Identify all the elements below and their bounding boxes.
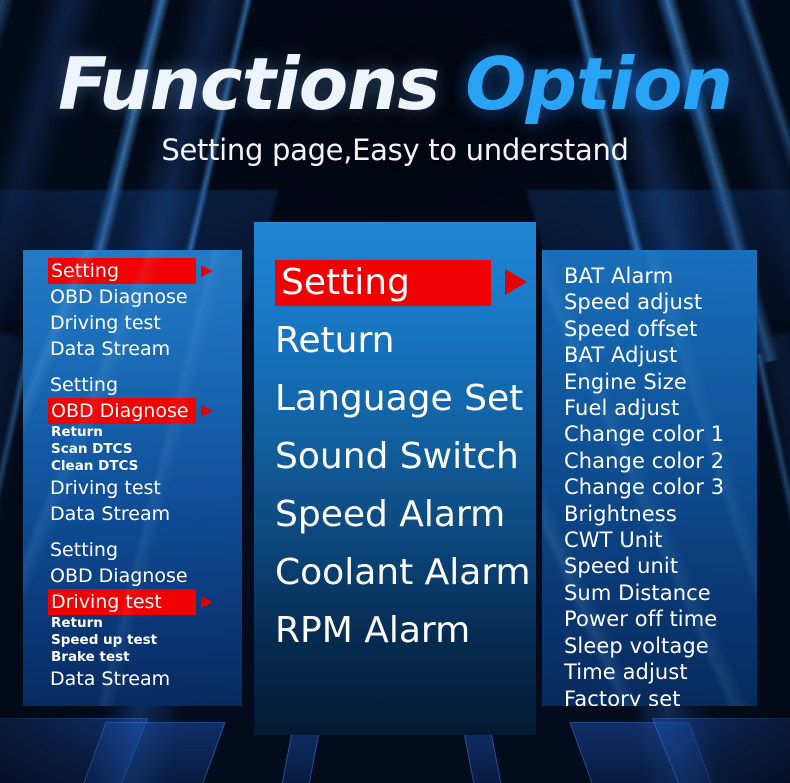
right-item-factory-set[interactable]: Factory set [564,686,757,707]
right-item-brightness[interactable]: Brightness [564,501,757,527]
left-subitem-clean-dtcs[interactable]: Clean DTCS [48,458,242,475]
left-subitem-brake-test[interactable]: Brake test [48,649,242,666]
left-menu-panel: Setting OBD Diagnose Driving test Data S… [23,250,242,706]
center-item-return[interactable]: Return [275,318,536,376]
right-item-speed-unit[interactable]: Speed unit [564,553,757,579]
left-item-obd-diagnose[interactable]: OBD Diagnose [48,284,242,310]
right-item-sleep-voltage[interactable]: Sleep voltage [564,633,757,659]
left-subitem-return[interactable]: Return [48,424,242,441]
left-item-driving-test[interactable]: Driving test [48,310,242,336]
right-menu-panel: BAT Alarm Speed adjust Speed offset BAT … [542,250,757,706]
left-item-obd-diagnose[interactable]: OBD Diagnose [48,563,242,589]
page-header: Functions Option Setting page,Easy to und… [0,0,790,200]
right-item-speed-offset[interactable]: Speed offset [564,316,757,342]
center-item-label: Setting [281,262,410,303]
left-item-data-stream[interactable]: Data Stream [48,501,242,527]
left-item-label: OBD Diagnose [51,400,189,422]
right-item-sum-distance[interactable]: Sum Distance [564,580,757,606]
center-menu-list: Setting Return Language Set Sound Switch… [275,260,536,666]
arrow-right-icon [201,265,213,277]
left-item-obd-diagnose-selected[interactable]: OBD Diagnose [48,398,213,424]
page-title: Functions Option [0,48,790,120]
right-item-engine-size[interactable]: Engine Size [564,369,757,395]
arrow-right-icon [201,596,213,608]
right-item-fuel-adjust[interactable]: Fuel adjust [564,395,757,421]
left-item-setting[interactable]: Setting [48,372,242,398]
left-item-data-stream[interactable]: Data Stream [48,666,242,692]
left-subitem-return[interactable]: Return [48,615,242,632]
right-item-power-off-time[interactable]: Power off time [564,606,757,632]
right-item-speed-adjust[interactable]: Speed adjust [564,289,757,315]
left-item-driving-test-selected[interactable]: Driving test [48,589,213,615]
left-subitem-speed-up-test[interactable]: Speed up test [48,632,242,649]
left-item-setting-selected[interactable]: Setting [48,258,213,284]
center-item-sound-switch[interactable]: Sound Switch [275,434,536,492]
right-item-change-color-2[interactable]: Change color 2 [564,448,757,474]
right-item-bat-adjust[interactable]: BAT Adjust [564,342,757,368]
page-title-part2: Option [465,42,733,126]
right-item-time-adjust[interactable]: Time adjust [564,659,757,685]
left-subitem-scan-dtcs[interactable]: Scan DTCS [48,441,242,458]
arrow-right-icon [505,269,527,295]
center-item-language-set[interactable]: Language Set [275,376,536,434]
left-menu-group-1: Setting OBD Diagnose Driving test Data S… [48,258,242,362]
right-item-bat-alarm[interactable]: BAT Alarm [564,263,757,289]
center-item-rpm-alarm[interactable]: RPM Alarm [275,608,536,666]
page-subtitle: Setting page,Easy to understand [161,133,629,167]
left-item-driving-test[interactable]: Driving test [48,475,242,501]
right-item-cwt-unit[interactable]: CWT Unit [564,527,757,553]
right-menu-list: BAT Alarm Speed adjust Speed offset BAT … [564,263,757,706]
left-item-label: Setting [51,260,120,282]
center-item-coolant-alarm[interactable]: Coolant Alarm [275,550,536,608]
left-menu-list: Setting OBD Diagnose Driving test Data S… [48,258,242,692]
center-item-speed-alarm[interactable]: Speed Alarm [275,492,536,550]
left-item-label: Driving test [51,591,162,613]
center-menu-panel: Setting Return Language Set Sound Switch… [254,222,536,735]
center-item-setting-selected[interactable]: Setting [275,260,527,306]
left-item-setting[interactable]: Setting [48,537,242,563]
arrow-right-icon [201,405,213,417]
left-menu-group-3: Setting OBD Diagnose Driving test Return… [48,537,242,692]
right-item-change-color-1[interactable]: Change color 1 [564,421,757,447]
page-title-part1: Functions [58,42,440,126]
right-item-change-color-3[interactable]: Change color 3 [564,474,757,500]
left-item-data-stream[interactable]: Data Stream [48,336,242,362]
left-menu-group-2: Setting OBD Diagnose Return Scan DTCS Cl… [48,372,242,527]
